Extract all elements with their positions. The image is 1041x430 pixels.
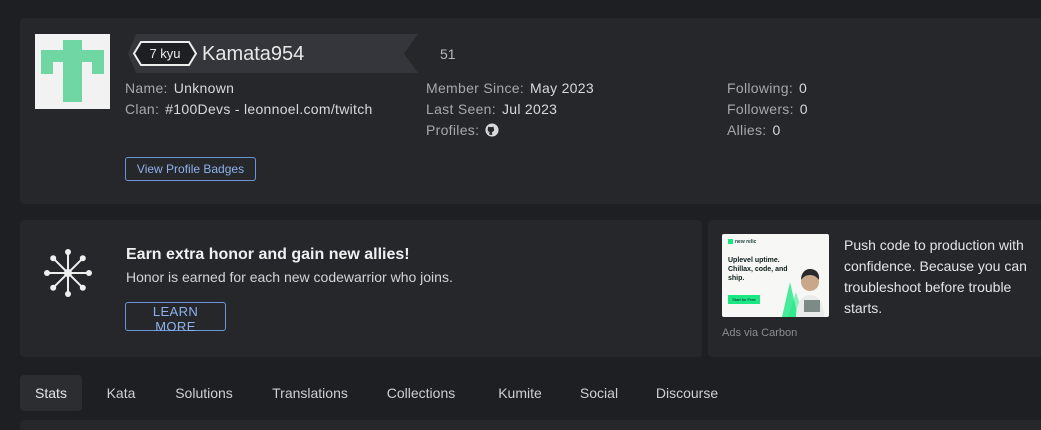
profile-info-column-3: Following: 0 Followers: 0 Allies: 0 [727, 78, 808, 141]
profiles-label: Profiles: [426, 122, 480, 138]
honor-promo-card: Earn extra honor and gain new allies! Ho… [20, 220, 702, 357]
ad-card: new relic Uplevel uptime. Chillax, code,… [708, 220, 1041, 357]
clan-row: Clan: #100Devs - leonnoel.com/twitch [125, 99, 373, 120]
tab-solutions[interactable]: Solutions [168, 375, 240, 411]
tab-discourse[interactable]: Discourse [650, 375, 724, 411]
profile-info-column-1: Name: Unknown Clan: #100Devs - leonnoel.co… [125, 78, 373, 120]
profiles-row: Profiles: [426, 120, 594, 141]
tab-kumite[interactable]: Kumite [489, 375, 551, 411]
tab-translations[interactable]: Translations [265, 375, 355, 411]
followers-value: 0 [799, 101, 808, 117]
member-since-row: Member Since: May 2023 [426, 78, 594, 99]
tab-social[interactable]: Social [574, 375, 624, 411]
member-since-label: Member Since: [426, 80, 525, 96]
allies-label: Allies: [727, 122, 767, 138]
rank-label: 7 kyu [149, 46, 181, 61]
network-hub-icon [44, 249, 92, 297]
username: Kamata954 [202, 43, 305, 65]
following-row[interactable]: Following: 0 [727, 78, 808, 99]
view-profile-badges-button[interactable]: View Profile Badges [125, 157, 256, 181]
ads-via-carbon-link[interactable]: Ads via Carbon [722, 327, 797, 339]
clan-value: #100Devs - leonnoel.com/twitch [165, 101, 373, 117]
last-seen-row: Last Seen: Jul 2023 [426, 99, 594, 120]
honor-score: 51 [440, 46, 456, 62]
profile-card: 7 kyu Kamata954 51 Name: Unknown Clan: #10… [20, 18, 1041, 204]
honor-promo-description: Honor is earned for each new codewarrior… [126, 269, 453, 285]
allies-row[interactable]: Allies: 0 [727, 120, 808, 141]
learn-more-button[interactable]: LEARN MORE [125, 302, 226, 334]
tab-kata[interactable]: Kata [99, 375, 143, 411]
name-value: Unknown [173, 80, 235, 96]
last-seen-value: Jul 2023 [501, 101, 558, 117]
ad-brand-logo: new relic [728, 239, 756, 245]
profile-info-column-2: Member Since: May 2023 Last Seen: Jul 2023… [426, 78, 594, 141]
following-label: Following: [727, 80, 794, 96]
followers-row[interactable]: Followers: 0 [727, 99, 808, 120]
name-label: Name: [125, 80, 168, 96]
ad-text[interactable]: Push code to production with confidence.… [844, 235, 1041, 319]
name-row: Name: Unknown [125, 78, 373, 99]
member-since-value: May 2023 [530, 80, 594, 96]
tab-stats[interactable]: Stats [20, 375, 82, 411]
clan-label: Clan: [125, 101, 160, 117]
last-seen-label: Last Seen: [426, 101, 496, 117]
ad-image[interactable]: new relic Uplevel uptime. Chillax, code,… [722, 234, 829, 317]
avatar[interactable] [35, 34, 110, 109]
content-panel-top [20, 420, 1041, 430]
followers-label: Followers: [727, 101, 794, 117]
honor-promo-title: Earn extra honor and gain new allies! [126, 246, 410, 263]
github-icon[interactable] [485, 123, 499, 137]
ad-person-illustration [782, 269, 824, 317]
ad-image-cta: Start for Free [728, 295, 760, 304]
rank-badge: 7 kyu [132, 41, 198, 66]
tab-collections[interactable]: Collections [380, 375, 462, 411]
following-value: 0 [799, 80, 808, 96]
allies-value: 0 [772, 122, 781, 138]
